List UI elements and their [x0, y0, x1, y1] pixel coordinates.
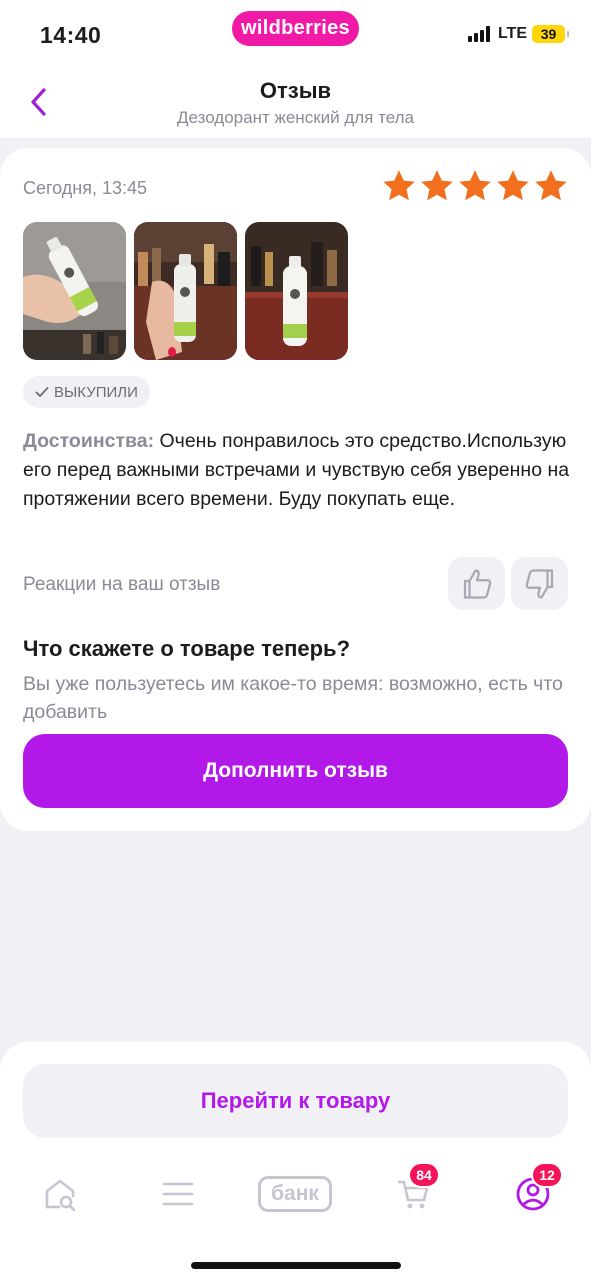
thumbs-up-icon	[463, 568, 491, 599]
star-icon	[497, 170, 529, 201]
review-card: Сегодня, 13:45 ВЫКУПИЛИ Достоинства: Оче…	[0, 148, 591, 831]
followup-title: Что скажете о товаре теперь?	[23, 636, 351, 661]
status-time: 14:40	[40, 22, 102, 48]
cart-count-badge: 84	[408, 1162, 440, 1188]
review-text: Достоинства: Очень понравилось это средс…	[23, 427, 571, 514]
star-icon	[421, 170, 453, 201]
check-icon	[35, 387, 49, 397]
battery-icon: 39	[532, 25, 569, 43]
review-date: Сегодня, 13:45	[23, 178, 148, 198]
thumbs-down-icon	[525, 568, 553, 599]
review-photo[interactable]	[245, 222, 348, 360]
brand-pill: wildberries	[232, 11, 359, 46]
tab-catalog[interactable]	[158, 1170, 198, 1218]
tab-profile[interactable]: 12	[511, 1162, 563, 1218]
review-photo-image	[23, 222, 126, 360]
dislike-button[interactable]	[511, 557, 568, 610]
tab-home[interactable]	[40, 1170, 80, 1218]
purchased-badge: ВЫКУПИЛИ	[23, 376, 150, 408]
status-indicators: LTE 39	[467, 25, 569, 43]
bank-label: банк	[258, 1176, 332, 1212]
star-icon	[459, 170, 491, 201]
status-bar: 14:40 wildberries LTE 39	[0, 0, 591, 68]
purchased-badge-label: ВЫКУПИЛИ	[54, 383, 138, 401]
page-subtitle: Дезодорант женский для тела	[177, 108, 414, 127]
network-label: LTE	[497, 25, 527, 42]
home-indicator	[191, 1262, 401, 1269]
review-photos	[23, 222, 348, 360]
profile-count-badge: 12	[531, 1162, 563, 1188]
review-photo-image	[134, 222, 237, 360]
battery-level: 39	[540, 26, 557, 42]
bottom-panel: Перейти к товару банк 84 12	[0, 1042, 591, 1280]
page-title: Отзыв	[259, 78, 332, 103]
review-photo[interactable]	[23, 222, 126, 360]
tab-bar: банк 84 12	[0, 1160, 591, 1234]
star-icon	[383, 170, 415, 201]
pros-label: Достоинства:	[23, 430, 155, 452]
reactions-label: Реакции на ваш отзыв	[23, 574, 221, 595]
review-photo[interactable]	[134, 222, 237, 360]
menu-icon	[162, 1182, 194, 1206]
review-photo-image	[245, 222, 348, 360]
add-to-review-button[interactable]: Дополнить отзыв	[23, 734, 568, 808]
star-icon	[535, 170, 567, 201]
go-to-product-button[interactable]: Перейти к товару	[23, 1064, 568, 1138]
tab-bank[interactable]: банк	[256, 1170, 334, 1218]
like-button[interactable]	[448, 557, 505, 610]
home-search-icon	[45, 1179, 76, 1212]
page-header: Отзыв Дезодорант женский для тела	[0, 68, 591, 138]
tab-cart[interactable]: 84	[392, 1162, 440, 1218]
followup-description: Вы уже пользуетесь им какое-то время: во…	[23, 673, 563, 723]
signal-icon	[467, 26, 490, 42]
star-rating	[381, 168, 569, 204]
